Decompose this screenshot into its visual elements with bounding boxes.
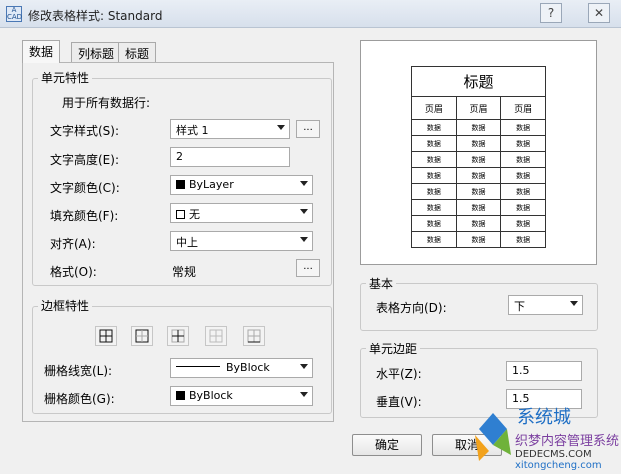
direction-select[interactable]: 下 xyxy=(508,295,583,315)
inside-borders-button[interactable] xyxy=(167,326,189,346)
fill-color-select[interactable]: 无 xyxy=(170,203,313,223)
title-bar: A CAD 修改表格样式: Standard ? ✕ xyxy=(0,0,621,28)
watermark-line4: xitongcheng.com xyxy=(515,460,602,471)
text-color-label: 文字颜色(C): xyxy=(50,181,120,195)
tab-column-header[interactable]: 列标题 xyxy=(71,42,122,62)
preview-data-cell: 数据 xyxy=(455,215,502,232)
alignment-select[interactable]: 中上 xyxy=(170,231,313,251)
preview-table: 标题 页眉 页眉 页眉 数据 数据 数据 数据 数据 数据 数据 数据 数据 数据 数据 数据 数据 数据… xyxy=(411,66,546,248)
preview-data-cell: 数据 xyxy=(455,151,502,168)
table-preview: 标题 页眉 页眉 页眉 数据 数据 数据 数据 数据 数据 数据 数据 数据 数据 数据 数据 数据 数据… xyxy=(360,40,597,265)
text-color-select[interactable]: ByLayer xyxy=(170,175,313,195)
line-sample-icon xyxy=(176,366,220,367)
all-borders-button[interactable] xyxy=(95,326,117,346)
preview-data-cell: 数据 xyxy=(500,199,546,216)
preview-data-cell: 数据 xyxy=(455,167,502,184)
preview-header-cell: 页眉 xyxy=(411,96,457,120)
help-button[interactable]: ? xyxy=(540,3,562,23)
text-style-more-button[interactable]: ... xyxy=(296,120,320,138)
preview-data-cell: 数据 xyxy=(500,231,546,248)
preview-data-cell: 数据 xyxy=(500,167,546,184)
format-label: 格式(O): xyxy=(50,265,97,279)
line-color-select[interactable]: ByBlock xyxy=(170,386,313,406)
preview-data-cell: 数据 xyxy=(411,199,457,216)
black-swatch-icon xyxy=(176,391,185,400)
preview-data-cell: 数据 xyxy=(455,231,502,248)
preview-data-cell: 数据 xyxy=(455,135,502,152)
apply-all-label: 用于所有数据行: xyxy=(62,96,151,110)
preview-data-cell: 数据 xyxy=(411,135,457,152)
preview-data-cell: 数据 xyxy=(500,135,546,152)
text-style-label: 文字样式(S): xyxy=(50,124,120,138)
border-properties-title: 边框特性 xyxy=(38,297,93,314)
chevron-down-icon xyxy=(570,301,578,306)
preview-data-cell: 数据 xyxy=(411,215,457,232)
text-style-select[interactable]: 样式 1 xyxy=(170,119,290,139)
basic-title: 基本 xyxy=(366,275,397,292)
preview-data-cell: 数据 xyxy=(411,231,457,248)
chevron-down-icon xyxy=(300,209,308,214)
preview-data-row: 数据 数据 数据 xyxy=(411,135,546,152)
window-title: 修改表格样式: Standard xyxy=(28,9,163,23)
preview-data-cell: 数据 xyxy=(455,119,502,136)
outside-borders-button[interactable] xyxy=(131,326,153,346)
format-more-button[interactable]: ... xyxy=(296,259,320,277)
horizontal-margin-label: 水平(Z): xyxy=(376,367,422,381)
preview-header-cell: 页眉 xyxy=(500,96,546,120)
preview-data-row: 数据 数据 数据 xyxy=(411,215,546,232)
cell-margins-title: 单元边距 xyxy=(366,340,421,357)
black-swatch-icon xyxy=(176,180,185,189)
ok-button[interactable]: 确定 xyxy=(352,434,422,456)
format-value: 常规 xyxy=(172,265,197,279)
preview-data-cell: 数据 xyxy=(411,119,457,136)
chevron-down-icon xyxy=(300,237,308,242)
app-icon: A CAD xyxy=(6,6,23,22)
preview-data-row: 数据 数据 数据 xyxy=(411,119,546,136)
chevron-down-icon xyxy=(300,364,308,369)
preview-data-cell: 数据 xyxy=(500,119,546,136)
preview-data-cell: 数据 xyxy=(455,199,502,216)
preview-data-row: 数据 数据 数据 xyxy=(411,151,546,168)
preview-data-row: 数据 数据 数据 xyxy=(411,167,546,184)
preview-data-row: 数据 数据 数据 xyxy=(411,199,546,216)
preview-data-cell: 数据 xyxy=(411,167,457,184)
cell-properties-title: 单元特性 xyxy=(38,69,93,86)
watermark-logo: 系统城 织梦内容管理系统 DEDECMS.COM xitongcheng.com xyxy=(471,401,621,471)
bottom-border-button[interactable] xyxy=(243,326,265,346)
preview-data-cell: 数据 xyxy=(455,183,502,200)
direction-label: 表格方向(D): xyxy=(376,301,447,315)
preview-data-cell: 数据 xyxy=(500,183,546,200)
text-height-label: 文字高度(E): xyxy=(50,153,119,167)
watermark-line2: 织梦内容管理系统 xyxy=(515,433,619,449)
watermark-line3: DEDECMS.COM xyxy=(515,449,592,460)
fill-color-label: 填充颜色(F): xyxy=(50,209,119,223)
chevron-down-icon xyxy=(300,392,308,397)
preview-data-cell: 数据 xyxy=(500,215,546,232)
no-borders-button[interactable] xyxy=(205,326,227,346)
tab-title[interactable]: 标题 xyxy=(118,42,157,62)
line-width-select[interactable]: ByBlock xyxy=(170,358,313,378)
close-button[interactable]: ✕ xyxy=(588,3,610,23)
chevron-down-icon xyxy=(277,125,285,130)
preview-header-cell: 页眉 xyxy=(455,96,502,120)
line-width-label: 栅格线宽(L): xyxy=(44,364,113,378)
preview-data-row: 数据 数据 数据 xyxy=(411,183,546,200)
chevron-down-icon xyxy=(300,181,308,186)
preview-title-cell: 标题 xyxy=(411,66,546,97)
watermark-line1: 系统城 xyxy=(517,407,571,428)
alignment-label: 对齐(A): xyxy=(50,237,96,251)
preview-data-cell: 数据 xyxy=(411,151,457,168)
preview-data-cell: 数据 xyxy=(500,151,546,168)
line-color-label: 栅格颜色(G): xyxy=(44,392,115,406)
preview-data-cell: 数据 xyxy=(411,183,457,200)
text-height-input[interactable]: 2 xyxy=(170,147,290,167)
tab-data[interactable]: 数据 xyxy=(22,40,61,63)
empty-swatch-icon xyxy=(176,210,185,219)
preview-data-row: 数据 数据 数据 xyxy=(411,231,546,248)
vertical-margin-label: 垂直(V): xyxy=(376,395,422,409)
horizontal-margin-input[interactable]: 1.5 xyxy=(506,361,582,381)
